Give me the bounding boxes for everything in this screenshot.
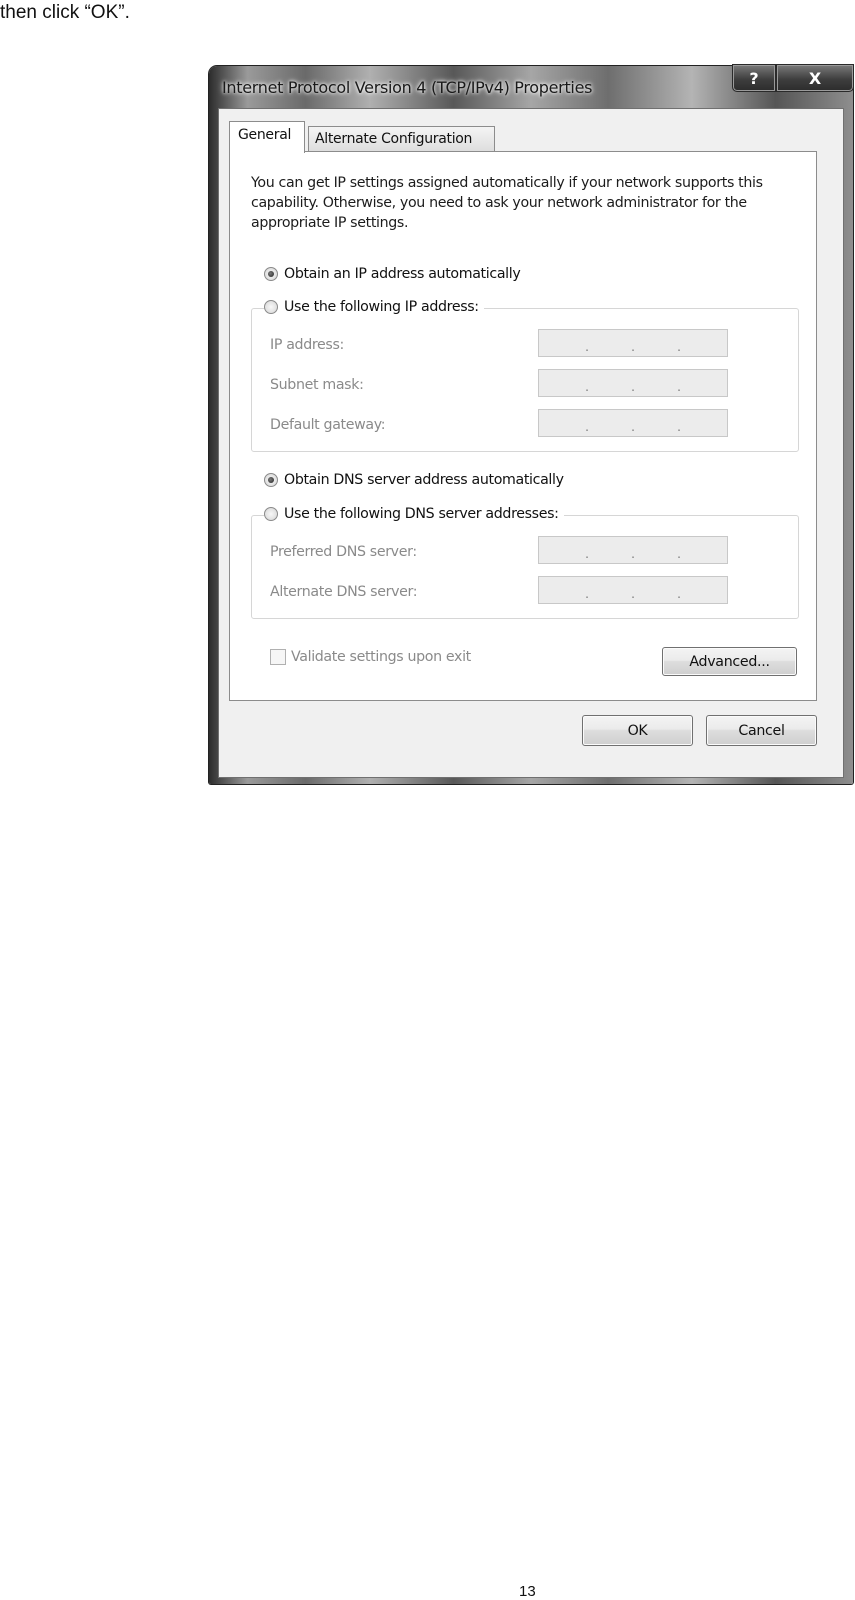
ip-separator: . [677,587,681,601]
general-tab-panel: You can get IP settings assigned automat… [229,151,817,701]
advanced-button[interactable]: Advanced... [662,647,797,676]
ip-separator: . [585,340,589,354]
dialog-title: Internet Protocol Version 4 (TCP/IPv4) P… [222,78,593,97]
ip-separator: . [631,340,635,354]
ip-address-group: IP address: ... Subnet mask: ... Default… [251,308,799,452]
preferred-dns-input[interactable]: ... [538,536,728,564]
ip-separator: . [585,547,589,561]
title-bar[interactable]: Internet Protocol Version 4 (TCP/IPv4) P… [209,64,854,108]
description-text: You can get IP settings assigned automat… [251,175,763,231]
obtain-dns-automatically-radio[interactable]: Obtain DNS server address automatically [264,472,569,488]
ip-address-input[interactable]: ... [538,329,728,357]
ip-separator: . [631,380,635,394]
tab-alternate-configuration[interactable]: Alternate Configuration [308,126,495,151]
use-following-ip-label: Use the following IP address: [284,299,479,315]
help-icon: ? [749,68,759,88]
alternate-dns-label: Alternate DNS server: [270,584,418,600]
cancel-button[interactable]: Cancel [706,715,817,746]
alternate-dns-input[interactable]: ... [538,576,728,604]
ip-separator: . [631,587,635,601]
default-gateway-input[interactable]: ... [538,409,728,437]
caption-buttons: ? X [732,64,854,92]
use-following-dns-label: Use the following DNS server addresses: [284,506,559,522]
ip-separator: . [585,420,589,434]
ip-separator: . [585,587,589,601]
radio-checked-icon [264,473,278,487]
obtain-ip-automatically-radio[interactable]: Obtain an IP address automatically [264,266,526,282]
obtain-dns-automatically-label: Obtain DNS server address automatically [284,472,564,488]
ip-separator: . [585,380,589,394]
ip-separator: . [677,420,681,434]
radio-unchecked-icon [264,300,278,314]
close-icon: X [808,68,822,88]
use-following-ip-radio[interactable]: Use the following IP address: [264,299,484,315]
default-gateway-label: Default gateway: [270,417,386,433]
checkbox-unchecked-icon [270,649,286,665]
ip-separator: . [677,340,681,354]
tab-general[interactable]: General [229,121,305,153]
ip-separator: . [631,547,635,561]
validate-settings-label: Validate settings upon exit [291,649,471,665]
help-button[interactable]: ? [732,64,776,92]
ip-separator: . [677,547,681,561]
dns-server-group: Preferred DNS server: ... Alternate DNS … [251,515,799,619]
ipv4-properties-dialog: Internet Protocol Version 4 (TCP/IPv4) P… [209,64,854,784]
dialog-client-area: General Alternate Configuration You can … [218,108,844,778]
radio-checked-icon [264,267,278,281]
radio-unchecked-icon [264,507,278,521]
preferred-dns-label: Preferred DNS server: [270,544,417,560]
use-following-dns-radio[interactable]: Use the following DNS server addresses: [264,506,564,522]
page-number: 13 [519,1583,536,1600]
subnet-mask-input[interactable]: ... [538,369,728,397]
ip-separator: . [631,420,635,434]
instruction-text: then click “OK”. [0,2,130,23]
ip-address-label: IP address: [270,337,344,353]
ok-button[interactable]: OK [582,715,693,746]
subnet-mask-label: Subnet mask: [270,377,364,393]
obtain-ip-automatically-label: Obtain an IP address automatically [284,266,521,282]
ip-separator: . [677,380,681,394]
validate-settings-checkbox[interactable]: Validate settings upon exit [270,649,471,665]
close-button[interactable]: X [776,64,854,92]
